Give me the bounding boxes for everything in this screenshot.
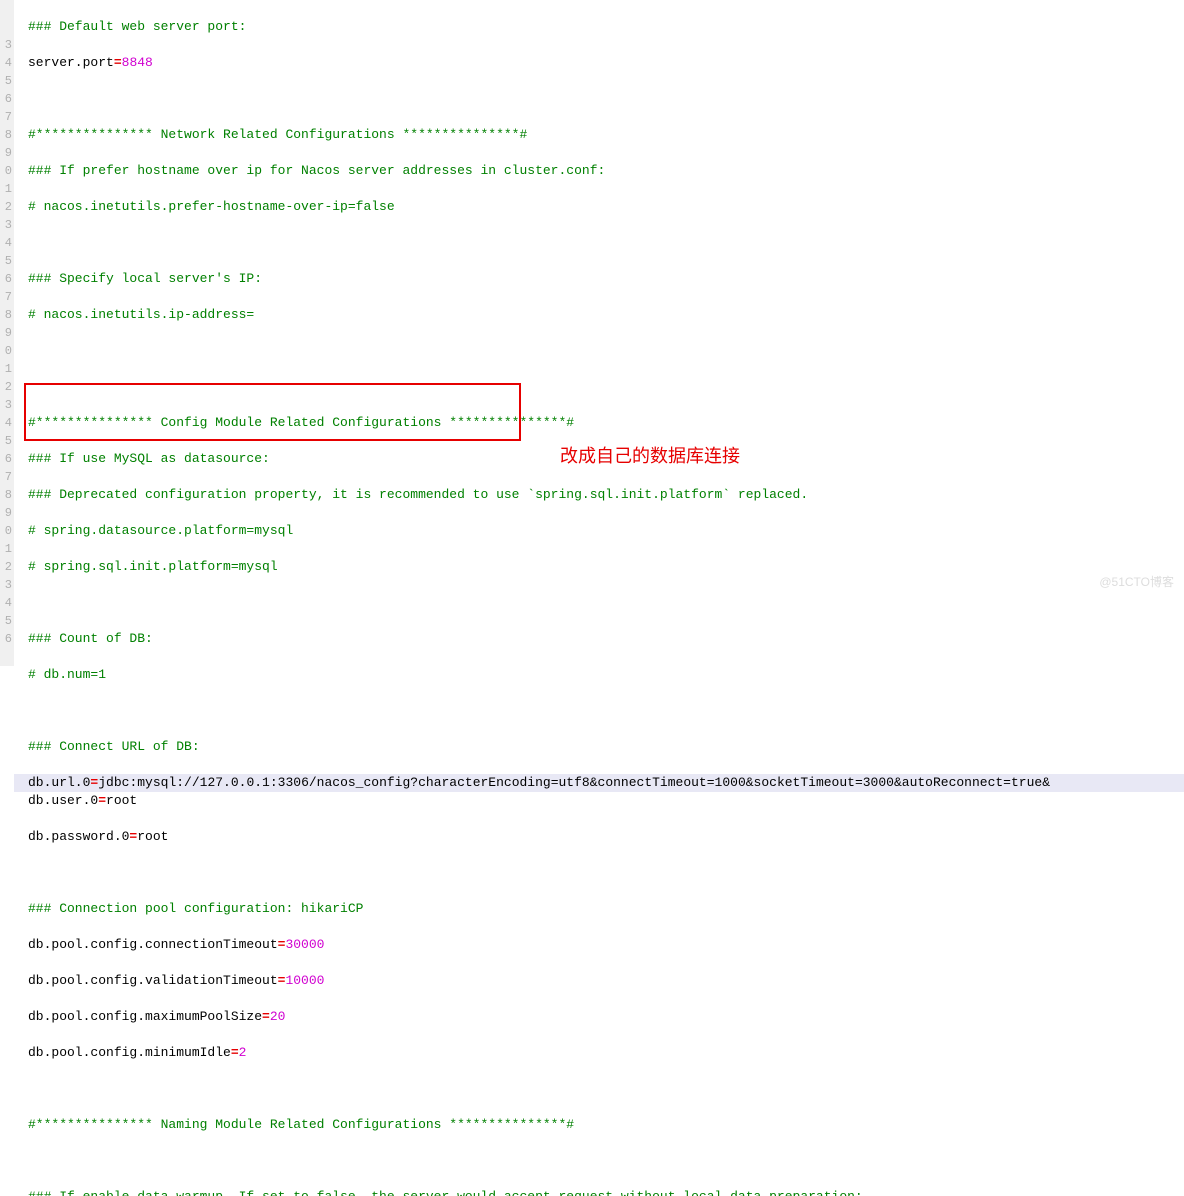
prop-key: db.pool.config.minimumIdle [28, 1045, 231, 1060]
prop-key: db.pool.config.validationTimeout [28, 973, 278, 988]
prop-key: server.port [28, 55, 114, 70]
code-line: ### Connect URL of DB: [28, 739, 200, 754]
annotation-text: 改成自己的数据库连接 [560, 442, 740, 468]
prop-val: root [106, 793, 137, 808]
prop-val: jdbc:mysql://127.0.0.1:3306/nacos_config… [98, 775, 1050, 790]
code-line: # db.num=1 [28, 667, 106, 682]
prop-val: 8848 [122, 55, 153, 70]
code-line: #*************** Network Related Configu… [28, 127, 527, 142]
code-line: ### If enable data warmup. If set to fal… [28, 1189, 863, 1196]
code-line: # nacos.inetutils.ip-address= [28, 307, 254, 322]
prop-key: db.pool.config.connectionTimeout [28, 937, 278, 952]
prop-val: root [137, 829, 168, 844]
prop-val: 30000 [285, 937, 324, 952]
prop-key: db.user.0 [28, 793, 98, 808]
prop-val: 10000 [285, 973, 324, 988]
prop-key: db.pool.config.maximumPoolSize [28, 1009, 262, 1024]
code-line: ### If use MySQL as datasource: [28, 451, 270, 466]
code-line: ### Connection pool configuration: hikar… [28, 901, 363, 916]
code-line: # nacos.inetutils.prefer-hostname-over-i… [28, 199, 395, 214]
code-line: ### If prefer hostname over ip for Nacos… [28, 163, 605, 178]
code-line: ### Default web server port: [28, 19, 246, 34]
code-line: # spring.datasource.platform=mysql [28, 523, 293, 538]
prop-key: db.url.0 [28, 775, 90, 790]
code-line: ### Deprecated configuration property, i… [28, 487, 808, 502]
code-line: # spring.sql.init.platform=mysql [28, 559, 278, 574]
prop-key: db.password.0 [28, 829, 129, 844]
code-line: #*************** Config Module Related C… [28, 415, 574, 430]
code-line: ### Count of DB: [28, 631, 153, 646]
line-number-gutter: 3456789012345678901234567890123456 [0, 0, 14, 666]
prop-val: 2 [239, 1045, 247, 1060]
prop-val: 20 [270, 1009, 286, 1024]
code-line: #*************** Naming Module Related C… [28, 1117, 574, 1132]
code-line: ### Specify local server's IP: [28, 271, 262, 286]
watermark: @51CTO博客 [1099, 573, 1174, 590]
code-area[interactable]: ### Default web server port: server.port… [14, 0, 1184, 1196]
